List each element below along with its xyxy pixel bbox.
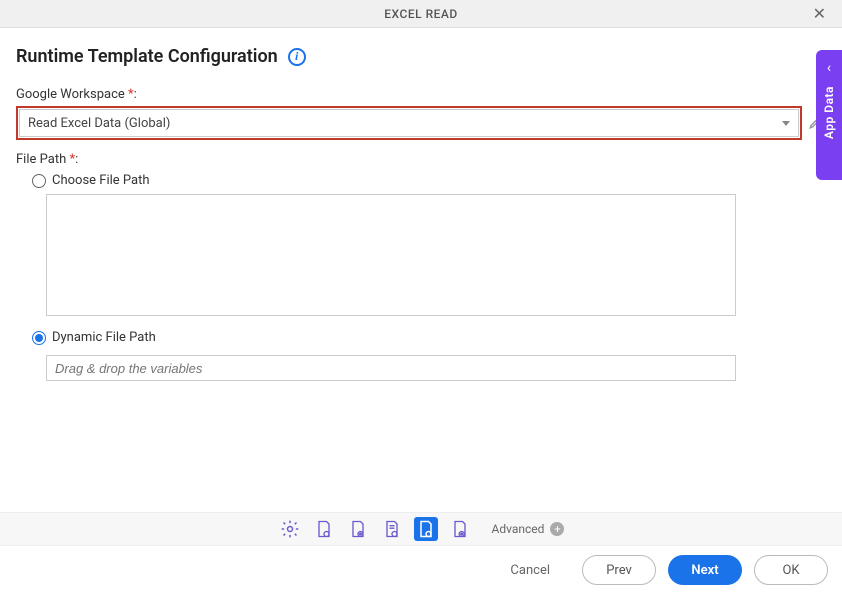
workspace-select-highlight: Read Excel Data (Global)	[16, 106, 802, 140]
plus-circle-icon: +	[550, 522, 564, 536]
page-gear-3-icon[interactable]	[380, 517, 404, 541]
gear-icon[interactable]	[278, 517, 302, 541]
ok-button[interactable]: OK	[754, 555, 828, 585]
page-gear-2-icon[interactable]	[346, 517, 370, 541]
radio-icon	[32, 174, 46, 188]
app-data-tab[interactable]: ‹ App Data	[816, 50, 842, 180]
filepath-label: File Path *:	[16, 152, 826, 167]
advanced-label: Advanced	[492, 522, 545, 536]
page-title: Runtime Template Configuration	[16, 46, 278, 67]
side-tab-label: App Data	[822, 86, 836, 139]
content-area: Runtime Template Configuration i Google …	[0, 28, 842, 381]
chevron-down-icon	[782, 121, 790, 126]
radio-choose-filepath[interactable]: Choose File Path	[32, 173, 826, 188]
dynamic-filepath-input[interactable]	[46, 355, 736, 381]
advanced-toggle[interactable]: Advanced +	[492, 522, 565, 536]
workspace-select[interactable]: Read Excel Data (Global)	[19, 109, 799, 137]
page-gear-active-icon[interactable]	[414, 517, 438, 541]
page-title-row: Runtime Template Configuration i	[16, 46, 826, 67]
workspace-value: Read Excel Data (Global)	[28, 116, 170, 131]
toolbar: Advanced +	[0, 512, 842, 546]
chevron-left-icon: ‹	[827, 60, 831, 76]
workspace-label: Google Workspace *:	[16, 87, 826, 102]
dialog-header: EXCEL READ ✕	[0, 0, 842, 28]
footer: Cancel Prev Next OK	[0, 546, 842, 594]
prev-button[interactable]: Prev	[582, 555, 656, 585]
radio-icon	[32, 331, 46, 345]
radio-label: Choose File Path	[52, 173, 150, 188]
filepath-drop-area[interactable]	[46, 194, 736, 316]
close-icon[interactable]: ✕	[807, 4, 832, 23]
cancel-button[interactable]: Cancel	[490, 555, 570, 585]
next-button[interactable]: Next	[668, 555, 742, 585]
page-gear-1-icon[interactable]	[312, 517, 336, 541]
page-xls-preview-icon[interactable]	[448, 517, 472, 541]
workspace-row: Read Excel Data (Global)	[16, 106, 826, 140]
dialog-title: EXCEL READ	[384, 7, 457, 21]
radio-label: Dynamic File Path	[52, 330, 156, 345]
radio-dynamic-filepath[interactable]: Dynamic File Path	[32, 330, 826, 345]
info-icon[interactable]: i	[288, 48, 306, 66]
